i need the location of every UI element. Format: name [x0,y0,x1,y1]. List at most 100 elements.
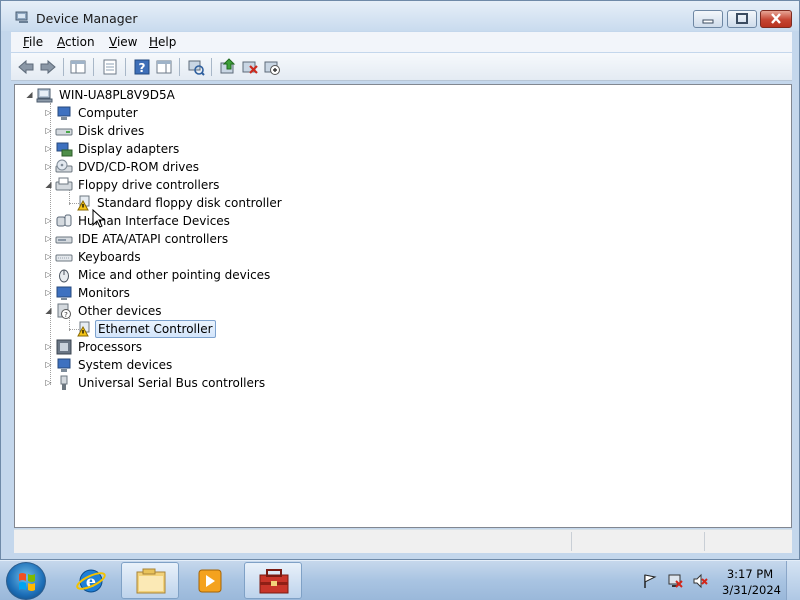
scan-hardware-icon[interactable] [187,58,205,76]
close-icon [771,13,781,24]
tree-category-hid[interactable]: ▷ Human Interface Devices [44,212,294,230]
tree-category-computer[interactable]: ▷ Computer [44,104,294,122]
menu-view[interactable]: View [109,35,137,49]
tree-category-monitors[interactable]: ▷ Monitors [44,284,294,302]
status-cell [571,532,704,551]
menu-file-label: ile [29,35,44,49]
tree-category-mice[interactable]: ▷ Mice and other pointing devices [44,266,324,284]
expand-arrow-icon[interactable]: ▷ [44,144,53,154]
start-button[interactable] [6,562,46,600]
properties-icon[interactable] [101,58,119,76]
internet-explorer-icon: e [76,569,106,593]
menu-help[interactable]: Help [149,35,176,49]
windows-logo-icon [19,573,35,591]
minimize-icon [702,19,714,24]
tree-category-other-devices[interactable]: ◢ ? Other devices [44,302,294,320]
expand-arrow-icon[interactable]: ▷ [44,378,53,388]
show-desktop-button[interactable] [786,561,800,600]
system-devices-icon [57,358,71,372]
update-driver-icon[interactable] [219,58,237,76]
mouse-icon [59,269,69,283]
menu-file[interactable]: File [23,35,43,49]
minimize-button[interactable] [693,10,723,28]
taskbar-clock[interactable]: 3:17 PM 3/31/2024 [722,566,781,598]
expand-arrow-icon[interactable]: ▷ [44,234,53,244]
tree-label: Keyboards [78,250,141,264]
forward-icon[interactable] [39,58,57,76]
tree-label: Floppy drive controllers [78,178,220,192]
tree-category-dvd-drives[interactable]: ▷ DVD/CD-ROM drives [44,158,294,176]
clock-time: 3:17 PM [726,567,774,581]
tree-label: Computer [78,106,138,120]
menu-action[interactable]: Action [57,35,95,49]
tree-category-ide-controllers[interactable]: ▷ IDE ATA/ATAPI controllers [44,230,294,248]
taskbar-device-manager[interactable] [244,562,302,599]
taskbar-windows-explorer[interactable] [121,562,179,599]
expand-arrow-icon[interactable]: ▷ [44,252,53,262]
expand-arrow-icon[interactable]: ▷ [44,342,53,352]
media-player-icon [198,569,222,593]
show-hide-tree-icon[interactable] [69,58,87,76]
title-bar[interactable]: Device Manager [1,1,799,31]
toolbar-separator [93,58,94,76]
tree-category-disk-drives[interactable]: ▷ Disk drives [44,122,294,140]
computer-icon [57,106,71,120]
tree-label: Display adapters [78,142,180,156]
close-button[interactable] [760,10,792,28]
tree-label-selected: Ethernet Controller [95,320,216,338]
expand-arrow-icon[interactable]: ▷ [44,270,53,280]
toolbar-separator [63,58,64,76]
device-tree-pane[interactable]: ◢ WIN-UA8PL8V9D5A ▷ Computer ▷ Disk driv… [14,84,792,528]
ide-controller-icon [55,236,73,244]
menu-view-accel: V [109,35,117,49]
help-icon[interactable]: ? [133,58,151,76]
action-pane-icon[interactable] [155,58,173,76]
network-icon[interactable] [667,573,683,589]
status-cell [704,532,792,551]
maximize-button[interactable] [727,10,757,28]
window-title: Device Manager [36,11,138,26]
monitor-icon [56,286,72,300]
tree-device-ethernet-controller[interactable]: Ethernet Controller [63,320,313,338]
device-manager-icon [259,569,289,594]
tree-category-processors[interactable]: ▷ Processors [44,338,294,356]
keyboard-icon [55,254,73,262]
volume-muted-icon[interactable] [692,573,708,589]
expand-arrow-icon[interactable]: ▷ [44,360,53,370]
tree-category-system-devices[interactable]: ▷ System devices [44,356,294,374]
expand-arrow-icon[interactable]: ▷ [44,162,53,172]
tree-category-keyboards[interactable]: ▷ Keyboards [44,248,294,266]
expand-arrow-icon[interactable]: ▷ [44,108,53,118]
action-center-flag-icon[interactable] [642,573,658,589]
tree-label: Processors [78,340,143,354]
tree-label: DVD/CD-ROM drives [78,160,200,174]
dvd-drive-icon [55,159,73,173]
back-icon[interactable] [17,58,35,76]
collapse-arrow-icon[interactable]: ◢ [44,306,53,316]
toolbar-separator [179,58,180,76]
hid-icon [56,214,72,227]
expand-arrow-icon[interactable]: ▷ [44,126,53,136]
disable-icon[interactable] [263,58,281,76]
collapse-arrow-icon[interactable]: ◢ [25,90,34,100]
tree-root[interactable]: ◢ WIN-UA8PL8V9D5A [25,86,225,104]
mouse-cursor-icon [92,209,106,228]
tree-label: Other devices [78,304,162,318]
toolbar-separator [211,58,212,76]
tree-label: Standard floppy disk controller [97,196,282,210]
collapse-arrow-icon[interactable]: ◢ [44,180,53,190]
tree-category-usb-controllers[interactable]: ▷ Universal Serial Bus controllers [44,374,324,392]
expand-arrow-icon[interactable]: ▷ [44,216,53,226]
uninstall-icon[interactable] [241,58,259,76]
tree-category-floppy-controllers[interactable]: ◢ Floppy drive controllers [44,176,294,194]
tree-label: Monitors [78,286,130,300]
taskbar-internet-explorer[interactable]: e [62,562,120,599]
taskbar-media-player[interactable] [181,562,239,599]
tree-category-display-adapters[interactable]: ▷ Display adapters [44,140,294,158]
processor-icon [56,339,72,355]
tree-label: Universal Serial Bus controllers [78,376,266,390]
tree-label: System devices [78,358,173,372]
toolbar: ? [11,53,792,81]
expand-arrow-icon[interactable]: ▷ [44,288,53,298]
tree-label: IDE ATA/ATAPI controllers [78,232,229,246]
